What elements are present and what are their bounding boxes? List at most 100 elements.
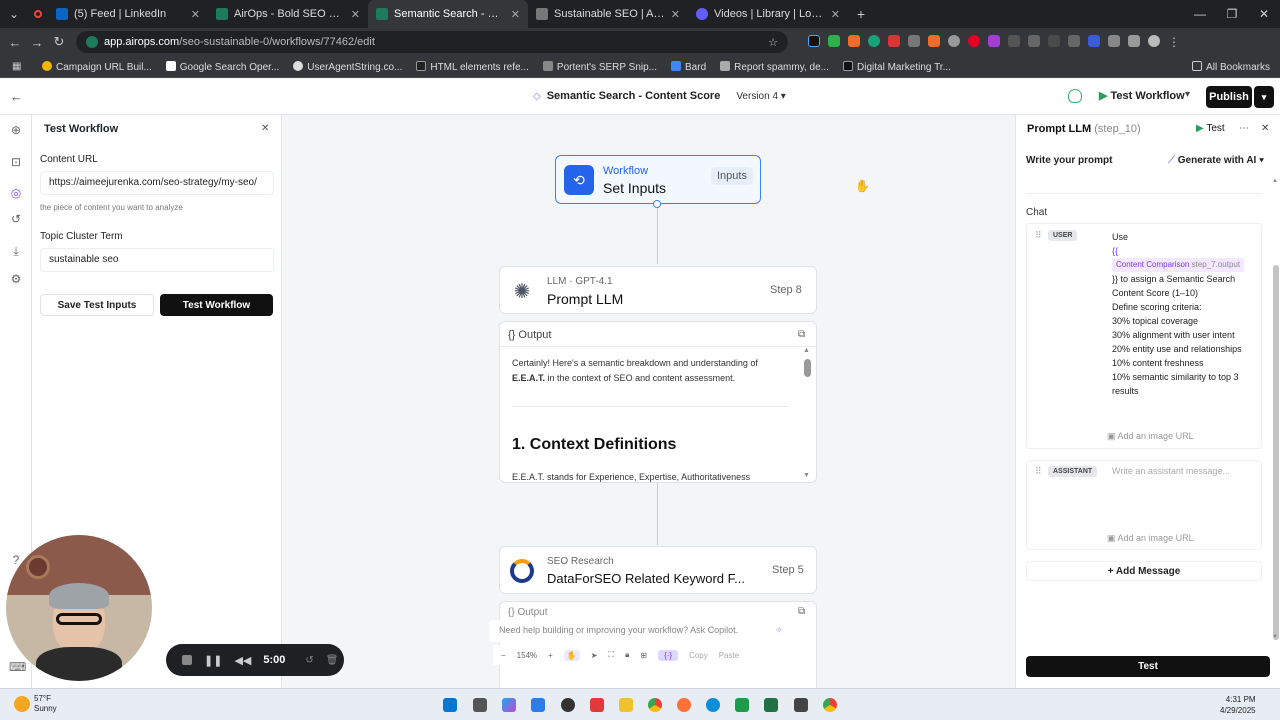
system-clock[interactable]: 4:31 PM 4/29/2025	[1220, 694, 1256, 716]
more-options-icon[interactable]: ⋯	[1239, 123, 1249, 134]
workflow-title[interactable]: Semantic Search - Content Score	[547, 90, 721, 102]
tab-linkedin[interactable]: (5) Feed | LinkedIn ✕	[48, 0, 208, 28]
reload-icon[interactable]: ↻	[48, 34, 70, 50]
zoom-level[interactable]: 154%	[517, 651, 537, 660]
keyboard-icon[interactable]: ⌨	[9, 660, 26, 674]
add-message-button[interactable]: + Add Message	[1026, 561, 1262, 581]
close-panel-icon[interactable]: ✕	[1261, 123, 1269, 134]
add-image-url-button[interactable]: ▣ Add an image URL	[1107, 533, 1194, 544]
variable-chip[interactable]: Content Comparison step_7.output	[1112, 258, 1245, 272]
generate-with-ai-button[interactable]: ⟋ Generate with AI ▾	[1168, 155, 1264, 166]
minimize-icon[interactable]: —	[1184, 7, 1216, 21]
zoom-in-icon[interactable]: +	[548, 651, 553, 660]
publish-button[interactable]: Publish	[1206, 86, 1252, 108]
back-arrow-icon[interactable]: ←	[10, 89, 23, 104]
firefox-icon[interactable]	[677, 698, 691, 712]
menu-kebab-icon[interactable]: ⋮	[1168, 35, 1180, 49]
close-icon[interactable]: ✕	[351, 8, 360, 21]
copilot-icon[interactable]	[502, 698, 516, 712]
extension-icon[interactable]	[928, 35, 940, 47]
extension-icon[interactable]	[948, 35, 960, 47]
bookmark-item[interactable]: Google Search Oper...	[165, 60, 279, 73]
add-note-icon[interactable]: ⊞	[640, 651, 647, 660]
extension-icon[interactable]	[1008, 35, 1020, 47]
extension-icon[interactable]	[1048, 35, 1060, 47]
app-icon[interactable]	[735, 698, 749, 712]
history-icon[interactable]: ↺	[9, 212, 23, 226]
windows-start-icon[interactable]	[443, 698, 457, 712]
extension-icon[interactable]	[1068, 35, 1080, 47]
chrome-icon[interactable]	[823, 698, 837, 712]
workflow-canvas[interactable]: ⟲ Workflow Set Inputs Inputs ✺ LLM · GPT…	[283, 115, 1015, 688]
chrome-icon[interactable]	[648, 698, 662, 712]
sidepanel-icon[interactable]	[1128, 35, 1140, 47]
close-window-icon[interactable]: ✕	[1248, 7, 1280, 21]
tab-loom[interactable]: Videos | Library | Loom ✕	[688, 0, 848, 28]
test-workflow-button[interactable]: Test Workflow	[160, 294, 273, 316]
test-workflow-header-button[interactable]: ▶ Test Workflow	[1099, 89, 1185, 102]
test-step-button[interactable]: ▶ Test	[1196, 123, 1225, 134]
lock-icon[interactable]: 🔒︎	[625, 650, 629, 660]
extension-icon[interactable]	[828, 35, 840, 47]
bookmark-item[interactable]: Digital Marketing Tr...	[843, 60, 951, 73]
close-icon[interactable]: ✕	[671, 8, 680, 21]
stop-recording-icon[interactable]	[182, 655, 192, 665]
drag-handle-icon[interactable]: ⠿	[1035, 466, 1042, 477]
prompt-llm-node[interactable]: ✺ LLM · GPT-4.1 Prompt LLM Step 8	[499, 266, 817, 314]
scroll-up-icon[interactable]: ▲	[803, 347, 810, 354]
settings-gear-icon[interactable]: ⚙	[9, 272, 23, 286]
bookmark-item[interactable]: Report spammy, de...	[720, 60, 829, 73]
add-image-url-button[interactable]: ▣ Add an image URL	[1107, 431, 1194, 442]
bookmark-star-icon[interactable]: ☆	[768, 36, 778, 49]
new-tab-button[interactable]: +	[848, 6, 874, 22]
all-bookmarks[interactable]: All Bookmarks	[1192, 60, 1270, 73]
dataforseo-node[interactable]: SEO Research DataForSEO Related Keyword …	[499, 546, 817, 594]
grid-icon[interactable]: ⊡	[9, 155, 23, 169]
user-message-text[interactable]: Use {{ Content Comparison step_7.output …	[1112, 230, 1245, 398]
bookmark-item[interactable]: UserAgentString.co...	[293, 60, 402, 73]
file-explorer-icon[interactable]	[619, 698, 633, 712]
weather-widget[interactable]: 57°F Sunny	[34, 694, 57, 714]
bookmark-item[interactable]: Bard	[671, 60, 706, 73]
restart-icon[interactable]: ↺	[305, 655, 313, 666]
close-icon[interactable]: ✕	[191, 8, 200, 21]
delete-recording-icon[interactable]: 🗑︎	[326, 655, 339, 666]
extensions-puzzle-icon[interactable]	[1108, 35, 1120, 47]
hand-tool-icon[interactable]: ✋	[563, 649, 580, 661]
close-icon[interactable]: ✕	[511, 8, 520, 21]
zoom-out-icon[interactable]: −	[501, 651, 506, 660]
test-options-chevron-icon[interactable]: ▾	[1185, 89, 1190, 100]
task-view-icon[interactable]	[473, 698, 487, 712]
topic-cluster-input[interactable]: sustainable seo	[40, 248, 274, 272]
scroll-up-icon[interactable]: ▲	[1272, 178, 1278, 184]
bookmark-item[interactable]: Portent's SERP Snip...	[542, 60, 657, 73]
copilot-input[interactable]: Need help building or improving your wor…	[489, 620, 791, 642]
test-prompt-button[interactable]: Test	[1026, 656, 1270, 677]
apps-grid-icon[interactable]: ▦	[12, 61, 21, 72]
extension-icon[interactable]	[988, 35, 1000, 47]
site-info-icon[interactable]	[86, 36, 98, 48]
copy-output-icon[interactable]: ⧉	[798, 329, 805, 340]
scroll-down-icon[interactable]: ▼	[1272, 634, 1278, 640]
profile-avatar-icon[interactable]	[1148, 35, 1160, 47]
add-step-icon[interactable]: ⊕	[9, 123, 23, 137]
extension-icon[interactable]	[1088, 35, 1100, 47]
calculator-icon[interactable]	[794, 698, 808, 712]
bookmark-item[interactable]: Campaign URL Buil...	[42, 60, 152, 73]
scroll-down-icon[interactable]: ▼	[803, 472, 810, 479]
version-selector[interactable]: Version 4 ▾	[736, 91, 786, 102]
close-panel-icon[interactable]: ✕	[261, 123, 269, 134]
scrollbar-thumb[interactable]	[804, 359, 811, 377]
excel-icon[interactable]	[764, 698, 778, 712]
forward-icon[interactable]: →	[26, 35, 48, 50]
back-icon[interactable]: ←	[4, 35, 26, 50]
copy-button[interactable]: Copy	[689, 651, 708, 660]
extension-icon[interactable]	[808, 35, 820, 47]
scrollbar-thumb[interactable]	[1273, 265, 1279, 640]
tab-semantic-search[interactable]: Semantic Search - Content✕	[368, 0, 528, 28]
publish-options-chevron-icon[interactable]: ▾	[1254, 86, 1274, 108]
download-icon[interactable]: ⤓	[9, 244, 23, 258]
tab-airops-bold[interactable]: AirOps - Bold SEO Strategies ru✕	[208, 0, 368, 28]
content-url-input[interactable]: https://aimeejurenka.com/seo-strategy/my…	[40, 171, 274, 195]
webcam-bubble[interactable]	[6, 535, 152, 681]
